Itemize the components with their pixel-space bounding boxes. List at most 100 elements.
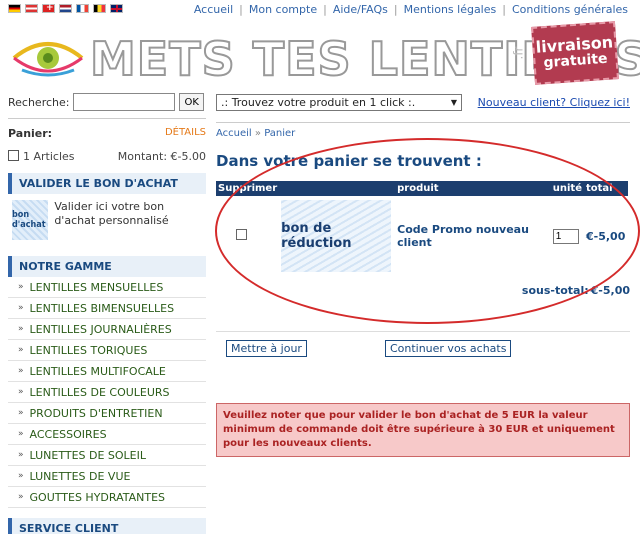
subtotal-value: €-5,00 [590,284,630,297]
voucher-box-title: VALIDER LE BON D'ACHAT [8,173,206,194]
voucher-image-text: bon d'achat [12,210,46,230]
site-logo[interactable]: METS TES LENTILLES .fr [12,28,640,88]
search-label: Recherche: [8,95,70,109]
eye-logo-icon [12,42,84,77]
menu-item[interactable]: » LUNETTES DE VUE [8,466,206,487]
menu-item[interactable]: » LENTILLES MULTIFOCALE [8,361,206,382]
delete-cell [216,196,279,276]
stamp-line-2: gratuite [543,50,609,72]
col-total: total [584,181,628,196]
voucher-image[interactable]: bon d'achat [12,200,49,240]
breadcrumb: Accueil » Panier [216,122,630,139]
product-select-value: .: Trouvez votre produit en 1 click :. [221,96,416,109]
nav-separator: | [323,3,327,16]
flag-fr-icon[interactable] [76,4,89,13]
menu-item[interactable]: » LENTILLES DE COULEURS [8,382,206,403]
menu-item-label: LENTILLES MENSUELLES [29,280,164,294]
flag-uk-icon[interactable] [110,4,123,13]
flag-nl-icon[interactable] [59,4,72,13]
search-input[interactable] [73,93,176,111]
product-search-bar: .: Trouvez votre produit en 1 click :. ▼… [216,94,630,111]
menu-item[interactable]: » LENTILLES TORIQUES [8,340,206,361]
continue-shopping-button[interactable]: Continuer vos achats [384,340,512,357]
col-supprimer: Supprimer [216,181,280,196]
left-sidebar: Recherche: OK Panier: DÉTAILS 1 Articles… [8,92,206,534]
cart-table: Supprimer produit unité total bon de réd… [216,181,628,276]
new-client-link[interactable]: Nouveau client? Cliquez ici! [478,96,630,109]
menu-arrow-icon: » [18,387,24,397]
flag-ch-icon[interactable] [42,4,55,13]
menu-item[interactable]: » LUNETTES DE SOLEIL [8,445,206,466]
cart-label: Panier: [8,127,53,140]
voucher-box: bon d'achat Valider ici votre bon d'acha… [8,194,206,246]
menu-item-label: LENTILLES BIMENSUELLES [29,301,175,315]
breadcrumb-cart[interactable]: Panier [264,128,295,139]
subtotal-label: sous-total: [521,284,589,297]
image-cell: bon de réduction [279,196,395,276]
table-row: bon de réduction Code Promo nouveau clie… [216,196,628,276]
menu-item-label: LENTILLES DE COULEURS [29,385,170,399]
menu-arrow-icon: » [18,324,24,334]
nav-conditions-generales[interactable]: Conditions générales [512,3,628,16]
product-name[interactable]: Code Promo nouveau client [395,196,551,276]
product-image[interactable]: bon de réduction [281,200,392,272]
breadcrumb-home[interactable]: Accueil [216,128,252,139]
menu-item[interactable]: » PRODUITS D'ENTRETIEN [8,403,206,424]
nav-mentions-legales[interactable]: Mentions légales [404,3,497,16]
update-cart-button[interactable]: Mettre à jour [226,340,307,357]
menu-arrow-icon: » [18,408,24,418]
nav-mon-compte[interactable]: Mon compte [249,3,317,16]
col-unite: unité [550,181,584,196]
shopping-bag-icon [8,150,19,161]
nav-aide-faqs[interactable]: Aide/FAQs [333,3,388,16]
menu-item-label: GOUTTES HYDRATANTES [29,490,166,504]
menu-item[interactable]: » LENTILLES JOURNALIÈRES [8,319,206,340]
menu-arrow-icon: » [18,450,24,460]
range-menu: » LENTILLES MENSUELLES » LENTILLES BIMENSU… [8,277,206,508]
menu-arrow-icon: » [18,282,24,292]
cart-count-text: 1 Articles [23,150,75,163]
nav-separator: | [502,3,506,16]
voucher-notice: Veuillez noter que pour valider le bon d… [216,403,630,457]
service-box-title: SERVICE CLIENT [8,518,206,534]
language-flags [8,4,123,13]
cart-summary-line: 1 Articles Montant: €-5.00 [8,150,206,163]
delete-checkbox[interactable] [236,229,247,240]
col-produit: produit [395,181,551,196]
menu-item[interactable]: » ACCESSOIRES [8,424,206,445]
logo-tld: .fr [511,46,526,60]
search-ok-button[interactable]: OK [179,93,204,111]
menu-item[interactable]: » LENTILLES BIMENSUELLES [8,298,206,319]
menu-item-label: PRODUITS D'ENTRETIEN [29,406,163,420]
nav-separator: | [239,3,243,16]
flag-be-icon[interactable] [93,4,106,13]
menu-arrow-icon: » [18,366,24,376]
menu-item[interactable]: » GOUTTES HYDRATANTES [8,487,206,508]
menu-item-label: ACCESSOIRES [29,427,107,441]
qty-cell [551,196,584,276]
cart-summary-header: Panier: DÉTAILS [8,127,206,140]
col-image [279,181,396,196]
menu-item[interactable]: » LENTILLES MENSUELLES [8,277,206,298]
nav-accueil[interactable]: Accueil [194,3,233,16]
menu-arrow-icon: » [18,492,24,502]
breadcrumb-separator: » [254,128,265,139]
chevron-down-icon: ▼ [450,98,457,107]
product-select[interactable]: .: Trouvez votre produit en 1 click :. ▼ [216,94,462,111]
menu-item-label: LUNETTES DE VUE [29,469,131,483]
flag-at-icon[interactable] [25,4,38,13]
flag-de-icon[interactable] [8,4,21,13]
voucher-text[interactable]: Valider ici votre bon d'achat personnali… [54,200,202,240]
menu-item-label: LENTILLES JOURNALIÈRES [29,322,172,336]
product-image-text: bon de réduction [281,221,352,251]
quantity-input[interactable] [552,228,579,244]
menu-arrow-icon: » [18,303,24,313]
search-form: Recherche: OK [8,92,206,112]
menu-item-label: LUNETTES DE SOLEIL [29,448,147,462]
menu-item-label: LENTILLES TORIQUES [29,343,148,357]
cart-details-link[interactable]: DÉTAILS [165,127,206,140]
line-total: €-5,00 [586,229,626,243]
menu-item-label: LENTILLES MULTIFOCALE [29,364,166,378]
main-content: .: Trouvez votre produit en 1 click :. ▼… [216,94,630,457]
cart-table-header: Supprimer produit unité total [216,181,628,196]
